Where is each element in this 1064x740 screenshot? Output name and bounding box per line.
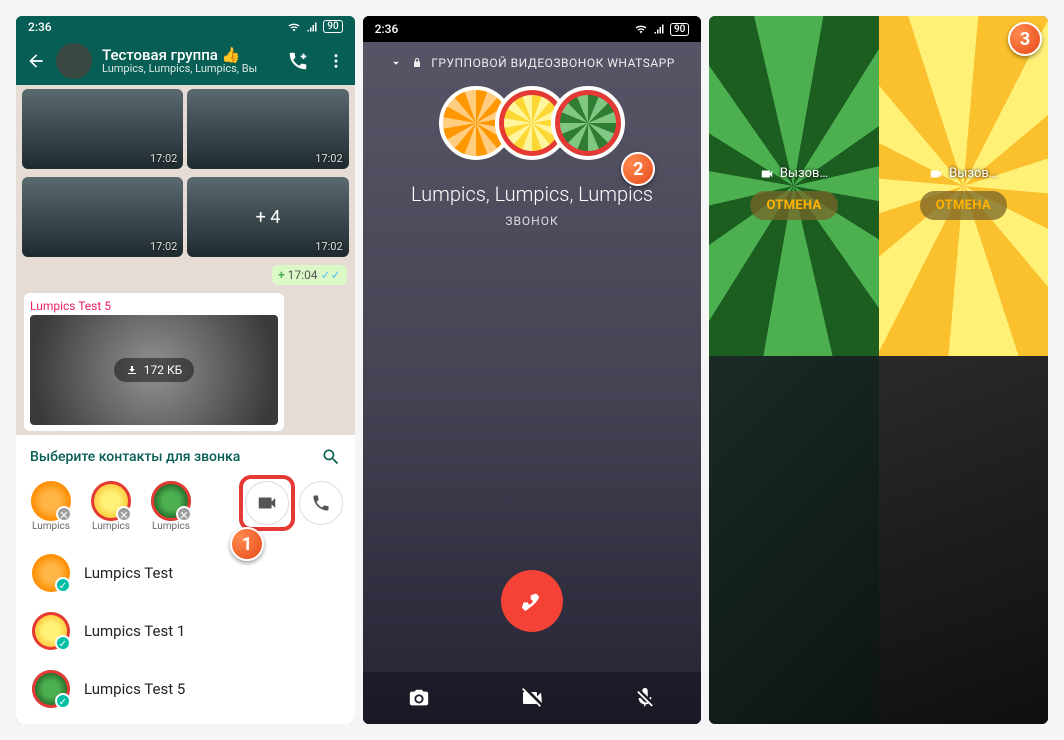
wifi-icon xyxy=(634,23,648,35)
search-icon[interactable] xyxy=(321,447,341,467)
contact-name: Lumpics Test 1 xyxy=(84,622,185,640)
sheet-title: Выберите контакты для звонка xyxy=(30,449,240,465)
selected-chips-row: ✕ Lumpics ✕ Lumpics ✕ Lumpics xyxy=(16,473,355,538)
chat-header: Тестовая группа 👍 Lumpics, Lumpics, Lump… xyxy=(16,37,355,85)
call-body: ГРУППОВОЙ ВИДЕОЗВОНОК WHATSAPP 2 Lumpics… xyxy=(363,42,702,724)
contact-name: Lumpics Test 5 xyxy=(84,680,185,698)
back-icon[interactable] xyxy=(26,51,46,71)
kebab-icon[interactable] xyxy=(327,50,345,72)
chat-body: 17:02 17:02 17:02 + 417:02 + 17:04 ✓✓ Lu… xyxy=(16,85,355,435)
outgoing-status: + 17:04 ✓✓ xyxy=(272,265,347,285)
step-badge-2: 2 xyxy=(621,152,655,186)
signal-icon xyxy=(305,21,319,33)
screen-chat-picker: 2:36 90 Тестовая группа 👍 Lumpics, Lumpi… xyxy=(16,16,355,724)
incoming-message[interactable]: Lumpics Test 5 172 КБ xyxy=(24,293,284,431)
hangup-button[interactable] xyxy=(501,570,563,632)
group-title-block[interactable]: Тестовая группа 👍 Lumpics, Lumpics, Lump… xyxy=(102,47,277,76)
video-tile[interactable]: Вызов… ОТМЕНА xyxy=(879,16,1048,356)
video-tile[interactable]: Вызов… ОТМЕНА xyxy=(709,16,878,356)
video-icon xyxy=(929,167,943,181)
voice-call-button[interactable] xyxy=(299,481,343,525)
download-pill[interactable]: 172 КБ xyxy=(114,358,194,382)
tile-status: Вызов… xyxy=(750,166,837,181)
sender-name: Lumpics Test 5 xyxy=(30,299,278,313)
participant-avatar xyxy=(551,86,625,160)
tile-status: Вызов… xyxy=(920,166,1007,181)
hangup-icon xyxy=(517,586,547,616)
cancel-button[interactable]: ОТМЕНА xyxy=(750,191,837,220)
media-placeholder[interactable]: 172 КБ xyxy=(30,315,278,425)
mic-off-icon xyxy=(634,687,656,709)
remove-icon[interactable]: ✕ xyxy=(176,506,192,522)
lock-icon xyxy=(411,57,423,69)
call-status-text: ЗВОНОК xyxy=(505,214,558,228)
check-icon: ✓ xyxy=(55,693,71,709)
battery-level: 90 xyxy=(323,20,342,33)
status-bar: 2:36 90 xyxy=(363,16,702,42)
group-members: Lumpics, Lumpics, Lumpics, Вы xyxy=(102,63,277,75)
status-bar: 2:36 90 xyxy=(16,16,355,37)
step-badge-3: 3 xyxy=(1008,22,1042,56)
cancel-button[interactable]: ОТМЕНА xyxy=(920,191,1007,220)
contact-picker-sheet: Выберите контакты для звонка ✕ Lumpics ✕… xyxy=(16,435,355,724)
contact-list: ✓ Lumpics Test ✓ Lumpics Test 1 ✓ Lumpic… xyxy=(16,538,355,724)
camera-icon xyxy=(408,687,430,709)
status-time: 2:36 xyxy=(375,22,399,36)
contact-name: Lumpics Test xyxy=(84,564,173,582)
highlight-frame xyxy=(239,475,295,531)
call-bottom-bar xyxy=(363,672,702,724)
mute-button[interactable] xyxy=(625,678,665,718)
call-type-label[interactable]: ГРУППОВОЙ ВИДЕОЗВОНОК WHATSAPP xyxy=(389,42,675,78)
media-thumb[interactable]: 17:02 xyxy=(22,89,183,169)
switch-camera-button[interactable] xyxy=(399,678,439,718)
check-icon: ✓ xyxy=(55,635,71,651)
media-thumb[interactable]: 17:02 xyxy=(22,177,183,257)
status-indicators: 90 xyxy=(287,20,342,33)
selected-chip[interactable]: ✕ Lumpics xyxy=(88,481,134,532)
step-badge-1: 1 xyxy=(230,527,264,561)
remove-icon[interactable]: ✕ xyxy=(56,506,72,522)
wifi-icon xyxy=(287,21,301,33)
check-icon: ✓ xyxy=(55,577,71,593)
video-icon xyxy=(760,167,774,181)
add-call-icon[interactable] xyxy=(287,50,309,72)
status-indicators: 90 xyxy=(634,23,689,36)
contact-item[interactable]: ✓ Lumpics Test 1 xyxy=(16,602,355,660)
download-icon xyxy=(126,364,138,376)
toggle-video-button[interactable] xyxy=(512,678,552,718)
remove-icon[interactable]: ✕ xyxy=(116,506,132,522)
group-name: Тестовая группа 👍 xyxy=(102,47,277,64)
status-time: 2:36 xyxy=(28,20,52,34)
contact-item[interactable]: ✓ Lumpics Test 5 xyxy=(16,660,355,718)
video-tile-self[interactable] xyxy=(879,356,1048,724)
media-thumb-more[interactable]: + 417:02 xyxy=(187,177,348,257)
phone-icon xyxy=(311,493,331,513)
video-off-icon xyxy=(520,686,544,710)
group-avatar[interactable] xyxy=(56,43,92,79)
selected-chip[interactable]: ✕ Lumpics xyxy=(28,481,74,532)
chevron-down-icon xyxy=(389,56,403,70)
screen-outgoing-call: 2:36 90 ГРУППОВОЙ ВИДЕОЗВОНОК WHATSAPP 2… xyxy=(363,16,702,724)
contact-item[interactable]: ✓ Lumpics Test xyxy=(16,544,355,602)
participant-avatars xyxy=(439,86,625,168)
signal-icon xyxy=(652,23,666,35)
selected-chip[interactable]: ✕ Lumpics xyxy=(148,481,194,532)
participant-names: Lumpics, Lumpics, Lumpics xyxy=(411,182,653,206)
media-thumb[interactable]: 17:02 xyxy=(187,89,348,169)
screen-video-grid: Вызов… ОТМЕНА Вызов… ОТМЕНА 3 xyxy=(709,16,1048,724)
video-tile-self[interactable] xyxy=(709,356,878,724)
battery-level: 90 xyxy=(670,23,689,36)
